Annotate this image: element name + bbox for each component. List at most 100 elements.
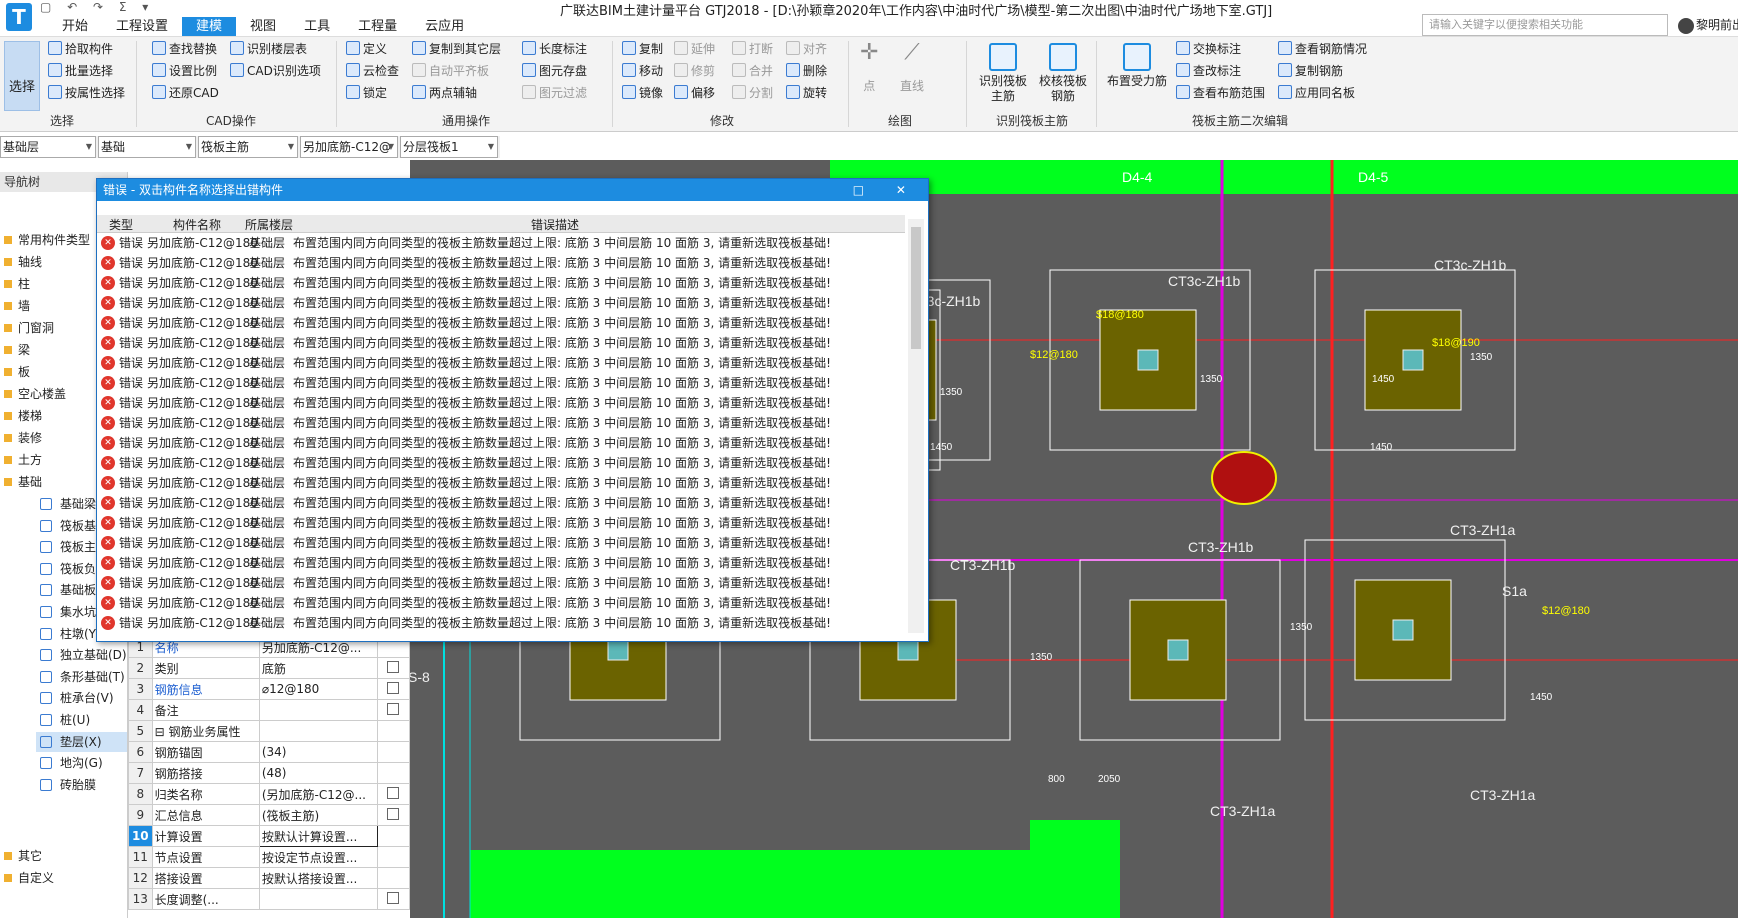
- mirror-button[interactable]: 镜像: [622, 85, 663, 101]
- user-account[interactable]: 黎明前出: [1678, 16, 1738, 34]
- col-type[interactable]: 类型: [109, 216, 133, 233]
- menu-quantity[interactable]: 工程量: [344, 17, 411, 36]
- layer-select[interactable]: 分层筏板1: [400, 136, 498, 158]
- property-row[interactable]: 3 钢筋信息 ⌀12@180: [128, 678, 411, 700]
- nav-item[interactable]: 自定义: [4, 870, 54, 886]
- draw-line-button[interactable]: ⟋ 直线: [900, 42, 924, 94]
- dialog-title-bar[interactable]: 错误 - 双击构件名称选择出错构件 □ ✕: [97, 179, 928, 201]
- nav-item[interactable]: 其它: [4, 848, 42, 864]
- property-value[interactable]: [258, 888, 378, 910]
- pick-component-button[interactable]: 拾取构件: [48, 41, 113, 57]
- error-row[interactable]: ✕ 错误 另加底筋-C12@180 基础层 布置范围内同方向同类型的筏板主筋数量超过上限…: [97, 313, 905, 333]
- nav-item[interactable]: 土方: [4, 452, 42, 468]
- check-raft-rebar-button[interactable]: 校核筏板钢筋: [1036, 43, 1090, 104]
- apply-same-slab-button[interactable]: 应用同名板: [1278, 85, 1355, 101]
- attach-checkbox[interactable]: [387, 660, 400, 673]
- length-dimension-button[interactable]: 长度标注: [522, 41, 587, 57]
- identify-raft-rebar-button[interactable]: 识别筏板主筋: [976, 43, 1030, 104]
- property-value[interactable]: 底筋: [258, 657, 378, 679]
- menu-cloud[interactable]: 云应用: [411, 17, 478, 36]
- two-point-axis-button[interactable]: 两点辅轴: [412, 85, 477, 101]
- define-button[interactable]: 定义: [346, 41, 387, 57]
- property-value[interactable]: ⌀12@180: [258, 678, 378, 700]
- error-component[interactable]: 另加底筋-C12@180: [147, 513, 258, 533]
- property-row[interactable]: 10 计算设置 按默认计算设置...: [128, 825, 411, 847]
- property-row[interactable]: 4 备注: [128, 699, 411, 721]
- property-row[interactable]: 13 长度调整(...: [128, 888, 411, 910]
- error-row[interactable]: ✕ 错误 另加底筋-C12@180 基础层 布置范围内同方向同类型的筏板主筋数量超过上限…: [97, 233, 905, 253]
- error-component[interactable]: 另加底筋-C12@180: [147, 273, 258, 293]
- nav-sub-item[interactable]: 独立基础(D): [40, 647, 127, 663]
- app-logo[interactable]: T: [6, 3, 32, 31]
- nav-sub-item[interactable]: 桩(U): [40, 712, 90, 728]
- property-value[interactable]: (筏板主筋): [258, 804, 378, 826]
- nav-sub-item[interactable]: 桩承台(V): [40, 690, 114, 706]
- property-value[interactable]: 按设定节点设置...: [258, 846, 378, 868]
- move-button[interactable]: 移动: [622, 63, 663, 79]
- property-row[interactable]: 8 归类名称 (另加底筋-C12@...: [128, 783, 411, 805]
- nav-sub-item[interactable]: 地沟(G): [40, 755, 103, 771]
- error-row[interactable]: ✕ 错误 另加底筋-C12@180 基础层 布置范围内同方向同类型的筏板主筋数量超过上限…: [97, 433, 905, 453]
- draw-point-button[interactable]: ✛ 点: [860, 42, 878, 94]
- menu-project-settings[interactable]: 工程设置: [102, 17, 182, 36]
- view-range-button[interactable]: 查看布筋范围: [1176, 85, 1265, 101]
- error-row[interactable]: ✕ 错误 另加底筋-C12@180 基础层 布置范围内同方向同类型的筏板主筋数量超过上限…: [97, 293, 905, 313]
- error-row[interactable]: ✕ 错误 另加底筋-C12@180 基础层 布置范围内同方向同类型的筏板主筋数量超过上限…: [97, 453, 905, 473]
- select-by-attr-button[interactable]: 按属性选择: [48, 85, 125, 101]
- error-list-scrollbar[interactable]: [908, 219, 924, 633]
- nav-item[interactable]: 梁: [4, 342, 30, 358]
- error-component[interactable]: 另加底筋-C12@180: [147, 453, 258, 473]
- error-row[interactable]: ✕ 错误 另加底筋-C12@180 基础层 布置范围内同方向同类型的筏板主筋数量超过上限…: [97, 513, 905, 533]
- set-scale-button[interactable]: 设置比例: [152, 63, 217, 79]
- place-rebar-button[interactable]: 布置受力筋: [1104, 43, 1170, 89]
- error-component[interactable]: 另加底筋-C12@180: [147, 593, 258, 613]
- attach-checkbox[interactable]: [387, 807, 400, 820]
- nav-item[interactable]: 基础: [4, 474, 42, 490]
- auto-flush-slab-button[interactable]: 自动平齐板: [412, 63, 489, 79]
- copy-rebar-button[interactable]: 复制钢筋: [1278, 63, 1343, 79]
- save-element-button[interactable]: 图元存盘: [522, 63, 587, 79]
- property-row[interactable]: 12 搭接设置 按默认搭接设置...: [128, 867, 411, 889]
- nav-item[interactable]: 门窗洞: [4, 320, 54, 336]
- batch-select-button[interactable]: 批量选择: [48, 63, 113, 79]
- property-row[interactable]: 9 汇总信息 (筏板主筋): [128, 804, 411, 826]
- scrollbar-thumb[interactable]: [911, 227, 921, 349]
- property-value[interactable]: (48): [258, 762, 378, 784]
- property-value[interactable]: (34): [258, 741, 378, 763]
- error-row[interactable]: ✕ 错误 另加底筋-C12@180 基础层 布置范围内同方向同类型的筏板主筋数量超过上限…: [97, 393, 905, 413]
- error-component[interactable]: 另加底筋-C12@180: [147, 333, 258, 353]
- copy-to-other-floor-button[interactable]: 复制到其它层: [412, 41, 501, 57]
- category-select[interactable]: 基础: [98, 136, 196, 158]
- nav-item[interactable]: 常用构件类型: [4, 232, 90, 248]
- select-button[interactable]: 选择: [4, 41, 40, 111]
- error-component[interactable]: 另加底筋-C12@180: [147, 233, 258, 253]
- error-component[interactable]: 另加底筋-C12@180: [147, 433, 258, 453]
- error-row[interactable]: ✕ 错误 另加底筋-C12@180 基础层 布置范围内同方向同类型的筏板主筋数量超过上限…: [97, 373, 905, 393]
- col-floor[interactable]: 所属楼层: [245, 216, 293, 233]
- swap-label-button[interactable]: 交换标注: [1176, 41, 1241, 57]
- attach-checkbox[interactable]: [387, 702, 400, 715]
- error-row[interactable]: ✕ 错误 另加底筋-C12@180 基础层 布置范围内同方向同类型的筏板主筋数量超过上限…: [97, 413, 905, 433]
- nav-sub-item[interactable]: 垫层(X): [40, 734, 102, 750]
- error-component[interactable]: 另加底筋-C12@180: [147, 353, 258, 373]
- menu-modeling[interactable]: 建模: [182, 17, 237, 36]
- error-component[interactable]: 另加底筋-C12@180: [147, 553, 258, 573]
- rotate-button[interactable]: 旋转: [786, 85, 827, 101]
- floor-select[interactable]: 基础层: [0, 136, 96, 158]
- error-component[interactable]: 另加底筋-C12@180: [147, 393, 258, 413]
- nav-sub-item[interactable]: 筏板负: [40, 561, 96, 577]
- copy-button[interactable]: 复制: [622, 41, 663, 57]
- nav-item[interactable]: 装修: [4, 430, 42, 446]
- error-row[interactable]: ✕ 错误 另加底筋-C12@180 基础层 布置范围内同方向同类型的筏板主筋数量超过上限…: [97, 573, 905, 593]
- error-component[interactable]: 另加底筋-C12@180: [147, 413, 258, 433]
- property-row[interactable]: 5 ⊟ 钢筋业务属性: [128, 720, 411, 742]
- error-component[interactable]: 另加底筋-C12@180: [147, 473, 258, 493]
- error-row[interactable]: ✕ 错误 另加底筋-C12@180 基础层 布置范围内同方向同类型的筏板主筋数量超过上限…: [97, 253, 905, 273]
- component-select[interactable]: 另加底筋-C12@: [300, 136, 398, 158]
- nav-item[interactable]: 板: [4, 364, 30, 380]
- restore-cad-button[interactable]: 还原CAD: [152, 85, 219, 101]
- extend-button[interactable]: 延伸: [674, 41, 715, 57]
- property-row[interactable]: 11 节点设置 按设定节点设置...: [128, 846, 411, 868]
- error-row[interactable]: ✕ 错误 另加底筋-C12@180 基础层 布置范围内同方向同类型的筏板主筋数量超过上限…: [97, 353, 905, 373]
- error-row[interactable]: ✕ 错误 另加底筋-C12@180 基础层 布置范围内同方向同类型的筏板主筋数量超过上限…: [97, 273, 905, 293]
